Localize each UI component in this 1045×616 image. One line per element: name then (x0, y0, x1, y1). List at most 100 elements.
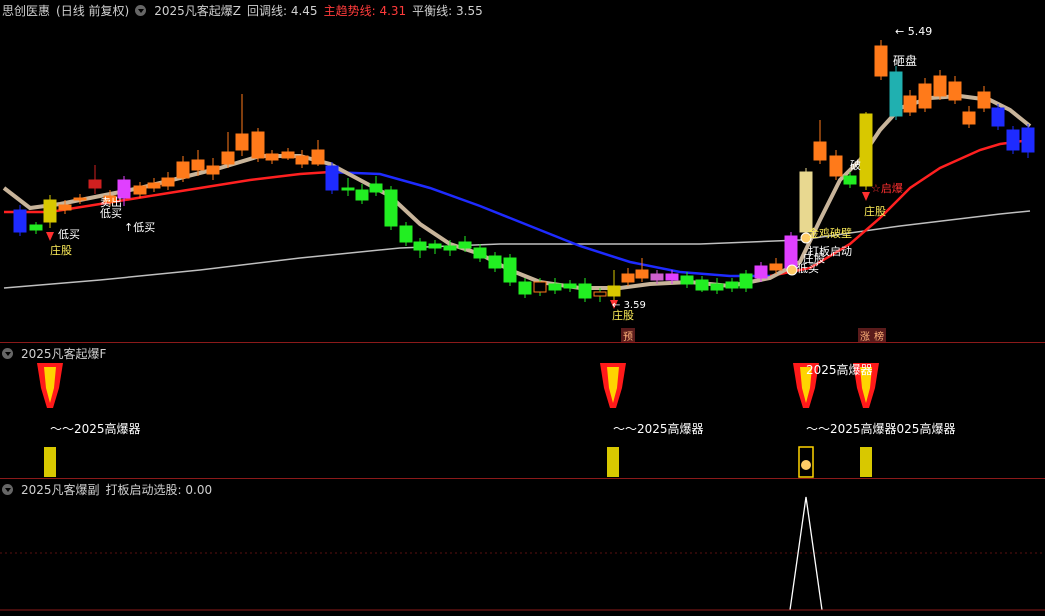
candle-body (621, 273, 635, 283)
candle-body (311, 149, 325, 165)
candle-body (503, 257, 517, 283)
candle-body (191, 159, 205, 171)
indicator-pane-f[interactable]: 2025凡客起爆F ～～2025高爆器 ～～2025高爆器 ～～2025高爆器0… (0, 343, 1045, 478)
candle-body (413, 241, 427, 251)
candle-body (593, 291, 607, 297)
coin-icon (801, 460, 811, 470)
candle-body (991, 107, 1005, 127)
balance-label: 平衡线: 3.55 (412, 4, 483, 18)
candle-body (399, 225, 413, 243)
indicator-pane-fu[interactable]: 2025凡客爆副 打板启动选股: 0.00 (0, 479, 1045, 616)
candle-body (933, 75, 947, 97)
candle-body (281, 151, 295, 159)
qibao-label: ☆启爆 (871, 182, 903, 195)
candle-body (73, 197, 87, 201)
zapan-label: 砸盘 (893, 54, 918, 68)
candle-body (88, 179, 102, 189)
yu-tag[interactable]: 预 (621, 328, 635, 342)
candle-body (695, 279, 709, 291)
gaobaoqi-label-top: 2025高爆器 (806, 363, 873, 377)
high-price-label: ← 5.49 (895, 25, 933, 38)
gaobaoqi-label-2: ～～2025高爆器 (613, 422, 704, 436)
indicator-fu-dropdown-icon[interactable] (2, 484, 13, 495)
candle-body (948, 81, 962, 101)
gaobaoqi-label-3: ～～2025高爆器025高爆器 (806, 422, 956, 436)
dimai-label-3: 低买 (797, 262, 819, 275)
candle-body (473, 247, 487, 259)
candle-body (903, 95, 917, 113)
candle-body (607, 285, 621, 297)
indicator-fu-title[interactable]: 2025凡客爆副 (21, 481, 100, 498)
candle-body (859, 113, 873, 187)
candle-body (161, 177, 175, 187)
chart-period[interactable]: (日线 前复权) (56, 2, 129, 19)
indicator-f-svg (37, 363, 879, 478)
pullback-value: 4.45 (290, 4, 318, 18)
indicator-dropdown-icon[interactable] (135, 5, 147, 16)
candle-body (13, 209, 27, 233)
candle-body (799, 171, 813, 233)
candle-body (1006, 129, 1020, 151)
candle-body (739, 273, 753, 289)
candle-body (428, 243, 442, 249)
candle-body (443, 245, 457, 251)
down-arrow-marker (862, 192, 870, 201)
zhuanggu-label-3: 庄股 (864, 205, 886, 218)
candle-body (1021, 127, 1035, 153)
candle-body (235, 133, 249, 151)
dimai-arrow-label: ↑低买 (124, 221, 156, 234)
trend-label: 主趋势线: 4.31 (323, 4, 407, 18)
zhuanggu-label-2: 庄股 (612, 309, 634, 322)
signal-value: 0.00 (185, 483, 213, 497)
candle-body (962, 111, 976, 125)
signal-label: 打板启动选股: 0.00 (105, 483, 213, 497)
candle-body (874, 45, 888, 77)
yellow-bar-signal (44, 447, 56, 477)
dimai-label-1: 低买 (58, 228, 80, 241)
candle-body (458, 241, 472, 249)
candle-body (754, 265, 768, 279)
candle-body (265, 153, 279, 161)
gaobaoqi-label-1: ～～2025高爆器 (50, 422, 141, 436)
candle-body (43, 199, 57, 223)
candle-body (889, 71, 903, 117)
candle-body (725, 281, 739, 289)
candle-body (488, 255, 502, 269)
candle-body (578, 283, 592, 299)
candle-body (843, 175, 857, 185)
candle-body (813, 141, 827, 161)
indicator-fu-svg (0, 496, 1045, 611)
candle-body (251, 131, 265, 159)
candle-body (533, 281, 547, 293)
candle-body (206, 165, 220, 175)
balance-value: 3.55 (456, 4, 483, 18)
main-chart-pane[interactable]: 思创医惠 (日线 前复权) 2025凡客起爆Z 回调线: 4.45 主趋势线: … (0, 0, 1045, 342)
candle-body (665, 273, 679, 281)
candle-body (829, 155, 843, 177)
bang-tag[interactable]: 榜 (872, 328, 886, 342)
jiedi-label: 金鸡破壁 (808, 227, 852, 240)
candle-body (133, 185, 147, 195)
candle-body (221, 151, 235, 165)
candle-body (563, 283, 577, 289)
po-label: 破 (850, 159, 861, 172)
trend-value: 4.31 (379, 4, 407, 18)
zhuanggu-label-1: 庄股 (50, 244, 72, 257)
candle-body (176, 161, 190, 179)
candle-body (548, 283, 562, 291)
pullback-label: 回调线: 4.45 (246, 4, 318, 18)
candle-body (341, 187, 355, 191)
candle-body (147, 182, 161, 189)
indicator-f-title[interactable]: 2025凡客起爆F (21, 345, 106, 362)
indicator-f-header: 2025凡客起爆F (2, 345, 106, 362)
yellow-bar-signal (607, 447, 619, 477)
candle-body (295, 155, 309, 165)
coin-marker (786, 264, 798, 276)
stock-name[interactable]: 思创医惠 (2, 2, 50, 19)
candle-body (325, 165, 339, 191)
indicator-f-dropdown-icon[interactable] (2, 348, 13, 359)
candle-body (58, 204, 72, 211)
zhangting-tag[interactable]: 涨 (858, 328, 872, 342)
candle-body (384, 189, 398, 227)
indicator-name[interactable]: 2025凡客起爆Z (154, 2, 241, 19)
